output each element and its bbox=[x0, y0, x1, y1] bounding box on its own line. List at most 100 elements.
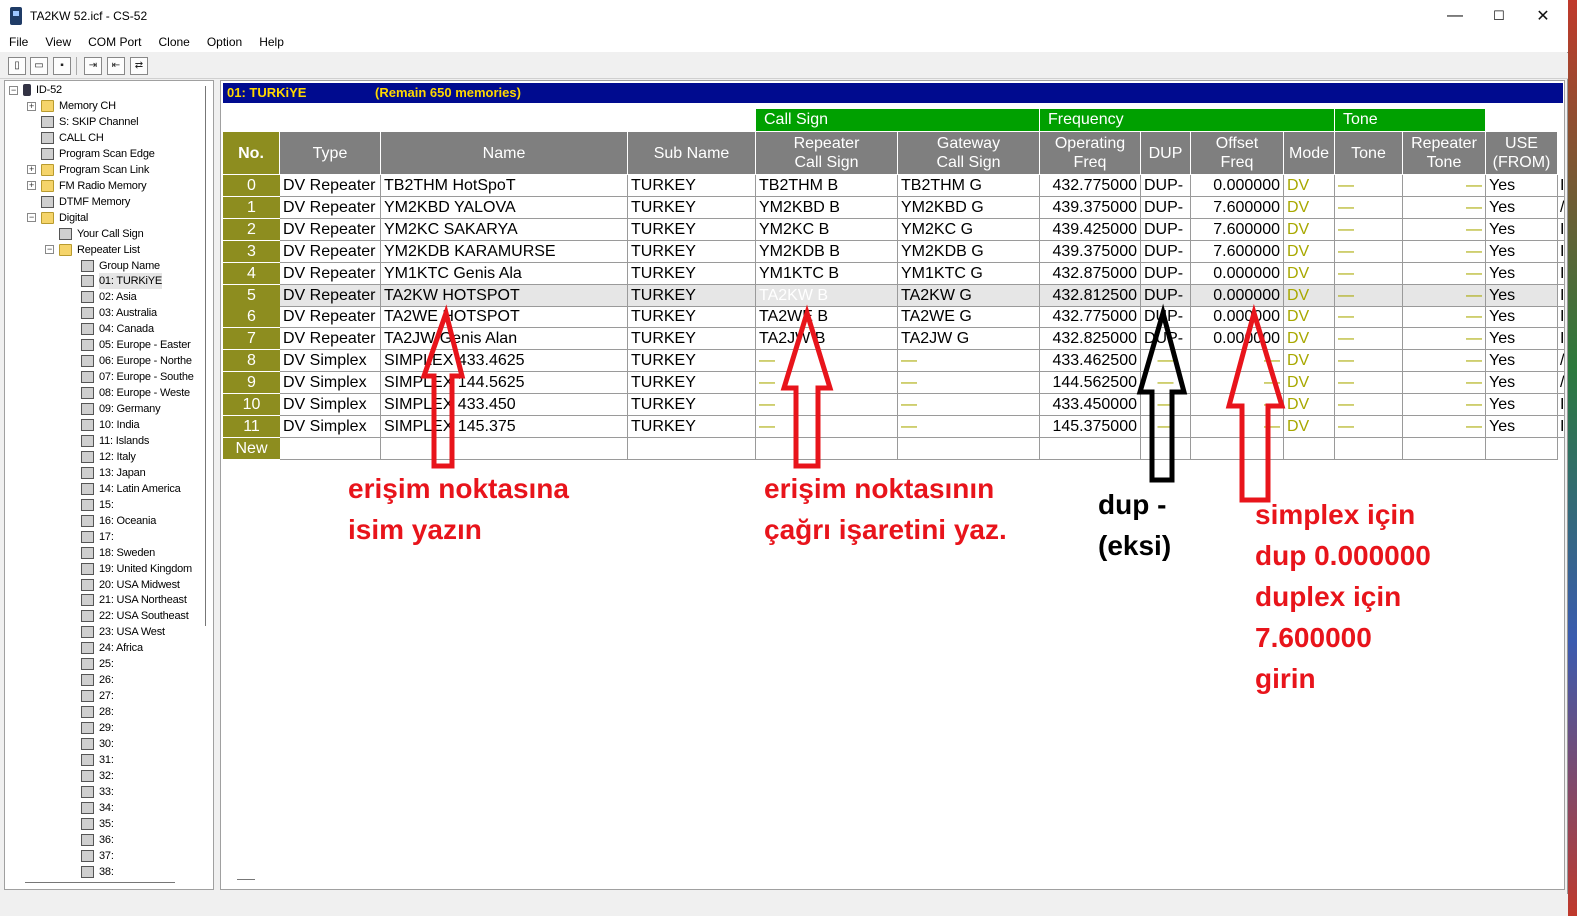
tree-item[interactable]: 23: USA West bbox=[67, 624, 165, 640]
table-cell-mode[interactable]: DV bbox=[1284, 328, 1335, 351]
table-cell-use[interactable]: Yes bbox=[1486, 175, 1558, 197]
table-cell-sub[interactable]: TURKEY bbox=[628, 350, 756, 373]
new-row-cell[interactable] bbox=[1141, 437, 1191, 460]
row-number[interactable]: 3 bbox=[223, 240, 280, 263]
table-cell-rpt[interactable]: — bbox=[756, 394, 898, 416]
table-cell-gw[interactable]: — bbox=[898, 350, 1040, 373]
table-cell-tone[interactable]: — bbox=[1335, 284, 1403, 307]
table-cell-mode[interactable]: DV bbox=[1284, 394, 1335, 416]
table-cell-offset[interactable]: — bbox=[1191, 394, 1284, 416]
tree-item[interactable]: 33: bbox=[67, 784, 114, 800]
table-cell-rtone[interactable]: — bbox=[1403, 394, 1486, 416]
table-cell-name[interactable]: TB2THM HotSpoT bbox=[381, 175, 628, 197]
table-cell-sub[interactable]: TURKEY bbox=[628, 262, 756, 285]
table-cell-type[interactable]: DV Simplex bbox=[280, 350, 381, 373]
column-header-name[interactable]: Name bbox=[381, 132, 628, 174]
tree-item[interactable]: 24: Africa bbox=[67, 640, 143, 656]
table-cell-dup[interactable]: DUP- bbox=[1141, 196, 1191, 219]
table-cell-tone[interactable]: — bbox=[1335, 196, 1403, 219]
table-cell-rpt[interactable]: — bbox=[756, 415, 898, 438]
read-from-radio-icon[interactable]: ⇥ bbox=[84, 57, 102, 75]
table-cell-type[interactable]: DV Repeater bbox=[280, 218, 381, 241]
table-cell-sub[interactable]: TURKEY bbox=[628, 328, 756, 351]
table-cell-offset[interactable]: 0.000000 bbox=[1191, 306, 1284, 329]
table-cell-dup[interactable]: — bbox=[1141, 372, 1191, 395]
write-to-radio-icon[interactable]: ⇤ bbox=[107, 57, 125, 75]
tree-item[interactable]: 27: bbox=[67, 688, 114, 704]
tree-item[interactable]: 13: Japan bbox=[67, 465, 146, 481]
tree-item[interactable]: 18: Sweden bbox=[67, 545, 155, 561]
new-row-cell[interactable] bbox=[1284, 437, 1335, 460]
new-row-cell[interactable] bbox=[1191, 437, 1284, 460]
tree-item[interactable]: 10: India bbox=[67, 417, 140, 433]
table-cell-mode[interactable]: DV bbox=[1284, 240, 1335, 263]
tree-item[interactable]: 07: Europe - Southe bbox=[67, 369, 194, 385]
table-cell-rpt[interactable]: TA2WE B bbox=[756, 306, 898, 329]
tree-item[interactable]: 22: USA Southeast bbox=[67, 608, 189, 624]
column-header-mode[interactable]: Mode bbox=[1284, 132, 1335, 174]
table-cell-rtone[interactable]: — bbox=[1403, 175, 1486, 197]
table-cell-freq[interactable]: 144.562500 bbox=[1040, 372, 1141, 395]
new-row-cell[interactable] bbox=[756, 437, 898, 460]
table-cell-offset[interactable]: 7.600000 bbox=[1191, 218, 1284, 241]
table-cell-tone[interactable]: — bbox=[1335, 350, 1403, 373]
new-icon[interactable]: ▯ bbox=[8, 57, 26, 75]
tree-view[interactable]: − ID-52 + Memory CH S: SKIP Channel CALL CH Pr… bbox=[4, 80, 214, 890]
table-cell-name[interactable]: YM1KTC Genis Ala bbox=[381, 262, 628, 285]
close-button[interactable]: ✕ bbox=[1520, 0, 1566, 32]
menu-file[interactable]: File bbox=[0, 35, 36, 49]
table-cell-freq[interactable]: 432.775000 bbox=[1040, 306, 1141, 329]
table-cell-name[interactable]: YM2KDB KARAMURSE bbox=[381, 240, 628, 263]
tree-item[interactable]: 14: Latin America bbox=[67, 481, 181, 497]
table-cell-sub[interactable]: TURKEY bbox=[628, 372, 756, 395]
table-cell-type[interactable]: DV Repeater bbox=[280, 196, 381, 219]
table-cell-mode[interactable]: DV bbox=[1284, 372, 1335, 395]
table-cell-sub[interactable]: TURKEY bbox=[628, 240, 756, 263]
new-row-button[interactable]: New bbox=[223, 437, 280, 460]
tree-item[interactable]: 20: USA Midwest bbox=[67, 577, 180, 593]
tree-item[interactable]: 38: bbox=[67, 864, 114, 880]
tree-item[interactable]: 28: bbox=[67, 704, 114, 720]
row-number[interactable]: 7 bbox=[223, 328, 280, 351]
table-cell-gw[interactable]: TB2THM G bbox=[898, 175, 1040, 197]
table-cell-name[interactable]: TA2JW Genis Alan bbox=[381, 328, 628, 351]
table-cell-sub[interactable]: TURKEY bbox=[628, 196, 756, 219]
table-cell-rtone[interactable]: — bbox=[1403, 415, 1486, 438]
row-number[interactable]: 4 bbox=[223, 262, 280, 285]
table-cell-dup[interactable]: — bbox=[1141, 350, 1191, 373]
table-cell-rpt[interactable]: YM2KDB B bbox=[756, 240, 898, 263]
tree-item[interactable]: 30: bbox=[67, 736, 114, 752]
column-header-use[interactable]: USE (FROM) bbox=[1486, 132, 1558, 174]
tree-item[interactable]: 02: Asia bbox=[67, 289, 137, 305]
save-icon[interactable]: ▪ bbox=[53, 57, 71, 75]
expand-icon[interactable]: + bbox=[27, 165, 36, 175]
table-cell-name[interactable]: SIMPLEX 145.375 bbox=[381, 415, 628, 438]
table-cell-tone[interactable]: — bbox=[1335, 328, 1403, 351]
maximize-button[interactable]: ☐ bbox=[1476, 0, 1522, 32]
table-cell-gw[interactable]: TA2WE G bbox=[898, 306, 1040, 329]
grid-horizontal-scrollbar[interactable] bbox=[237, 879, 255, 880]
table-cell-offset[interactable]: — bbox=[1191, 372, 1284, 395]
table-cell-rpt[interactable]: YM1KTC B bbox=[756, 262, 898, 285]
table-cell-use[interactable]: Yes bbox=[1486, 284, 1558, 307]
column-header-gw[interactable]: Gateway Call Sign bbox=[898, 132, 1040, 174]
row-number[interactable]: 5 bbox=[223, 284, 280, 307]
tree-item[interactable]: − Repeater List bbox=[45, 242, 140, 258]
tree-item[interactable]: 21: USA Northeast bbox=[67, 592, 187, 608]
row-number[interactable]: 10 bbox=[223, 394, 280, 416]
table-cell-name[interactable]: SIMPLEX 433.450 bbox=[381, 394, 628, 416]
table-cell-mode[interactable]: DV bbox=[1284, 306, 1335, 329]
table-cell-sub[interactable]: TURKEY bbox=[628, 175, 756, 197]
table-cell-type[interactable]: DV Simplex bbox=[280, 372, 381, 395]
expand-icon[interactable]: + bbox=[27, 101, 36, 111]
column-header-offset[interactable]: Offset Freq bbox=[1191, 132, 1284, 174]
table-cell-freq[interactable]: 439.425000 bbox=[1040, 218, 1141, 241]
table-cell-type[interactable]: DV Repeater bbox=[280, 175, 381, 197]
tree-horizontal-scrollbar[interactable] bbox=[25, 882, 175, 883]
table-cell-freq[interactable]: 439.375000 bbox=[1040, 240, 1141, 263]
table-cell-mode[interactable]: DV bbox=[1284, 218, 1335, 241]
table-cell-type[interactable]: DV Repeater bbox=[280, 240, 381, 263]
table-cell-offset[interactable]: — bbox=[1191, 350, 1284, 373]
table-cell-dup[interactable]: — bbox=[1141, 394, 1191, 416]
tree-item[interactable]: 01: TURKiYE bbox=[67, 273, 162, 290]
